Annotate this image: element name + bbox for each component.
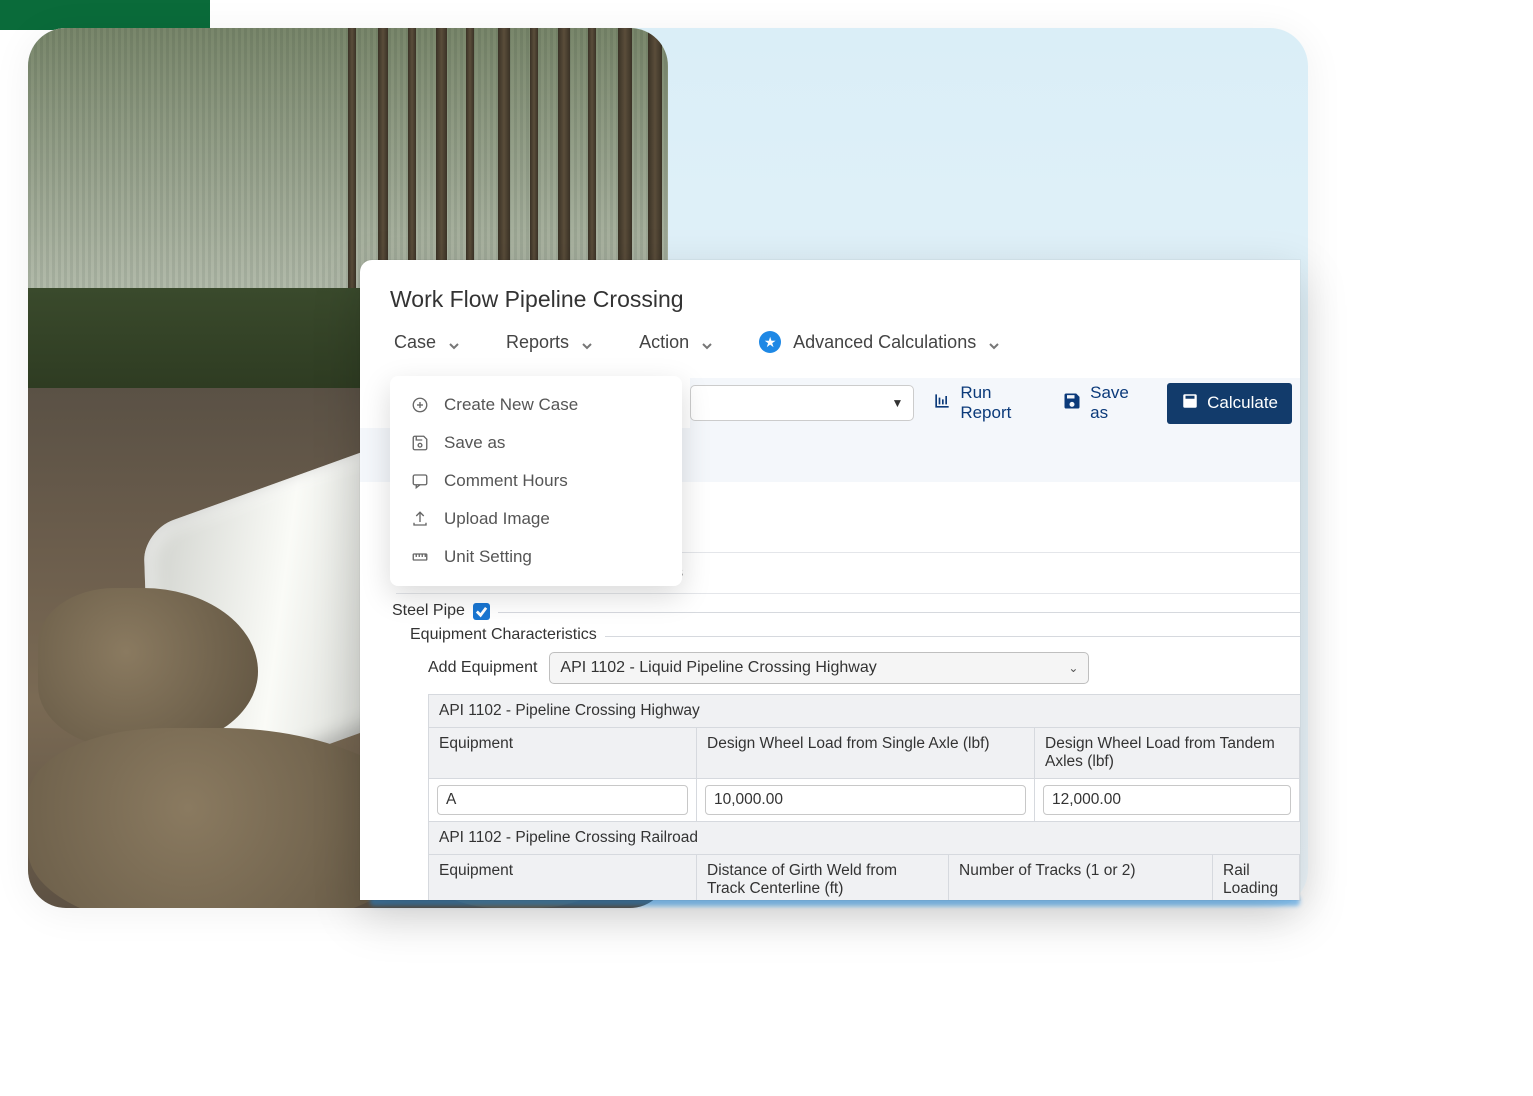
menu-advanced-label: Advanced Calculations (793, 332, 976, 353)
add-equipment-label: Add Equipment (428, 659, 537, 677)
highway-tandem-axles-input[interactable] (1043, 785, 1291, 815)
equipment-characteristics-label: Equipment Characteristics (410, 626, 597, 644)
toolbar-select[interactable]: ▼ (690, 385, 914, 421)
save-as-icon (410, 433, 430, 453)
highway-col-equipment: Equipment (429, 728, 697, 778)
form-area: Steel Pipe Equipment Characteristics Add… (392, 594, 1300, 900)
menu-reports[interactable]: Reports (506, 332, 593, 353)
caret-down-icon: ▼ (891, 396, 903, 410)
add-equipment-select-value: API 1102 - Liquid Pipeline Crossing High… (560, 659, 876, 677)
dropdown-upload-image[interactable]: Upload Image (390, 500, 682, 538)
menu-action[interactable]: Action (639, 332, 713, 353)
menu-case[interactable]: Case (394, 332, 460, 353)
page-title: Work Flow Pipeline Crossing (360, 260, 1300, 331)
menu-case-label: Case (394, 332, 436, 353)
plus-circle-icon (410, 395, 430, 415)
steel-pipe-checkbox[interactable] (473, 603, 490, 620)
chevron-down-icon: ⌄ (1068, 661, 1078, 675)
dropdown-unit-setting[interactable]: Unit Setting (390, 538, 682, 576)
upload-icon (410, 509, 430, 529)
steel-pipe-label: Steel Pipe (392, 602, 465, 620)
railroad-header-row: Equipment Distance of Girth Weld from Tr… (429, 855, 1300, 900)
dropdown-comment-hours[interactable]: Comment Hours (390, 462, 682, 500)
save-as-button[interactable]: Save as (1062, 383, 1149, 423)
star-icon: ★ (759, 331, 781, 353)
highway-equipment-input[interactable] (437, 785, 688, 815)
highway-value-row (429, 779, 1300, 822)
chevron-down-icon (988, 336, 1000, 348)
dropdown-upload-label: Upload Image (444, 509, 550, 529)
dropdown-saveas-label: Save as (444, 433, 505, 453)
highway-col-single-axle: Design Wheel Load from Single Axle (lbf) (697, 728, 1035, 778)
menu-reports-label: Reports (506, 332, 569, 353)
highway-title: API 1102 - Pipeline Crossing Highway (429, 695, 1300, 728)
toolbar: ▼ Run Report Save as Calculate (690, 378, 1300, 428)
dropdown-create-label: Create New Case (444, 395, 578, 415)
highway-single-axle-input[interactable] (705, 785, 1026, 815)
chevron-down-icon (701, 336, 713, 348)
calculate-button[interactable]: Calculate (1167, 383, 1292, 424)
calculate-label: Calculate (1207, 393, 1278, 413)
dropdown-unit-label: Unit Setting (444, 547, 532, 567)
railroad-col-num-tracks: Number of Tracks (1 or 2) (949, 855, 1213, 900)
menu-advanced-calculations[interactable]: ★ Advanced Calculations (759, 331, 1000, 353)
save-as-label: Save as (1090, 383, 1149, 423)
railroad-title: API 1102 - Pipeline Crossing Railroad (429, 822, 1300, 855)
calculator-icon (1181, 392, 1199, 415)
highway-col-tandem-axles: Design Wheel Load from Tandem Axles (lbf… (1035, 728, 1300, 778)
menu-bar: Case Reports Action ★ Advanced Calculati… (360, 331, 1300, 367)
railroad-col-equipment: Equipment (429, 855, 697, 900)
add-equipment-select[interactable]: API 1102 - Liquid Pipeline Crossing High… (549, 652, 1089, 684)
app-panel: Work Flow Pipeline Crossing Case Reports… (360, 260, 1300, 900)
chart-icon (932, 391, 952, 416)
case-dropdown: Create New Case Save as Comment Hours Up… (390, 376, 682, 586)
menu-action-label: Action (639, 332, 689, 353)
run-report-label: Run Report (960, 383, 1044, 423)
steel-pipe-fieldset: Steel Pipe Equipment Characteristics Add… (392, 602, 1300, 900)
highway-section: API 1102 - Pipeline Crossing Highway Equ… (428, 694, 1300, 900)
page-backdrop-bar (0, 0, 210, 30)
add-equipment-row: Add Equipment API 1102 - Liquid Pipeline… (410, 644, 1300, 694)
ruler-icon (410, 547, 430, 567)
comment-icon (410, 471, 430, 491)
dropdown-create-new-case[interactable]: Create New Case (390, 386, 682, 424)
run-report-button[interactable]: Run Report (932, 383, 1044, 423)
highway-header-row: Equipment Design Wheel Load from Single … (429, 728, 1300, 779)
save-icon (1062, 391, 1082, 416)
equipment-characteristics-fieldset: Equipment Characteristics Add Equipment … (410, 626, 1300, 900)
railroad-col-rail-loading: Rail Loading (1213, 855, 1300, 900)
dropdown-save-as[interactable]: Save as (390, 424, 682, 462)
dropdown-comment-label: Comment Hours (444, 471, 568, 491)
railroad-col-girth-weld: Distance of Girth Weld from Track Center… (697, 855, 949, 900)
chevron-down-icon (448, 336, 460, 348)
chevron-down-icon (581, 336, 593, 348)
